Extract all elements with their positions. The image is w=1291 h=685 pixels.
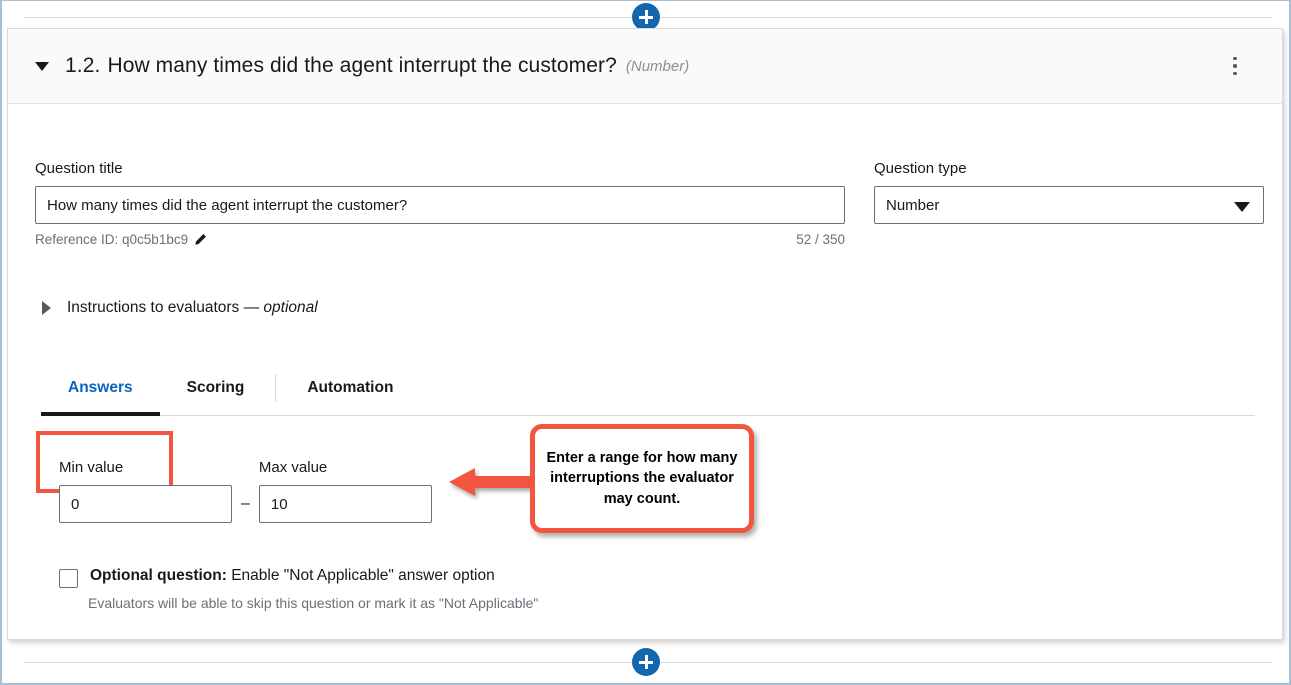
add-question-above-button[interactable]: [632, 3, 660, 31]
instructions-text: Instructions to evaluators —: [67, 299, 264, 316]
plus-icon-vertical: [644, 10, 648, 24]
question-title-meta: Reference ID: q0c5b1bc9 52 / 350: [35, 232, 845, 247]
optional-question-strong: Optional question:: [90, 567, 227, 584]
question-title-label: Question title: [35, 160, 123, 177]
question-body: Question title Reference ID: q0c5b1bc9 5…: [8, 104, 1282, 639]
tab-automation[interactable]: Automation: [280, 361, 420, 415]
app-viewport: 1.2. How many times did the agent interr…: [0, 0, 1291, 685]
optional-question-description: Evaluators will be able to skip this que…: [88, 595, 539, 611]
optional-question-label: Optional question: Enable "Not Applicabl…: [90, 567, 495, 585]
question-options-menu-button[interactable]: [1224, 53, 1246, 79]
tab-scoring[interactable]: Scoring: [160, 361, 272, 415]
question-title-input[interactable]: [35, 186, 845, 224]
kebab-dot: [1233, 56, 1237, 61]
question-type-label: Question type: [874, 160, 967, 177]
max-value-label: Max value: [258, 459, 328, 476]
question-type-value: Number: [886, 196, 940, 214]
range-separator: –: [241, 495, 250, 512]
max-value-input[interactable]: [258, 485, 432, 523]
annotation-callout: Enter a range for how many interruptions…: [530, 424, 754, 533]
kebab-dot: [1233, 71, 1237, 76]
instructions-optional: optional: [263, 299, 318, 316]
pencil-icon[interactable]: [194, 233, 207, 246]
question-type-select[interactable]: Number: [874, 186, 1264, 224]
answers-tablist: Answers Scoring Automation: [41, 361, 1255, 416]
instructions-label: Instructions to evaluators — optional: [67, 299, 318, 317]
add-question-below-button[interactable]: [632, 648, 660, 676]
question-card: 1.2. How many times did the agent interr…: [7, 28, 1283, 640]
optional-question-row: Optional question: Enable "Not Applicabl…: [59, 567, 538, 588]
question-header: 1.2. How many times did the agent interr…: [8, 29, 1282, 104]
caret-down-icon[interactable]: [35, 61, 49, 71]
reference-id-text: Reference ID: q0c5b1bc9: [35, 232, 189, 247]
kebab-dot: [1233, 64, 1237, 68]
instructions-disclosure[interactable]: Instructions to evaluators — optional: [42, 299, 318, 317]
tab-answers[interactable]: Answers: [41, 361, 160, 416]
fields-row: Question title Reference ID: q0c5b1bc9 5…: [35, 160, 1264, 247]
max-value-group: Max value: [258, 459, 432, 523]
range-fields: Min value – Max value: [59, 459, 432, 523]
annotation-text: Enter a range for how many interruptions…: [546, 449, 738, 507]
optional-question-rest: Enable "Not Applicable" answer option: [226, 567, 495, 584]
question-header-title: How many times did the agent interrupt t…: [107, 54, 617, 77]
question-title-group: Question title Reference ID: q0c5b1bc9 5…: [35, 160, 845, 247]
question-type-select-wrapper: Number: [874, 186, 1264, 224]
optional-question-block: Optional question: Enable "Not Applicabl…: [59, 567, 538, 611]
caret-right-icon: [42, 301, 51, 315]
question-type-group: Question type Number: [874, 160, 1264, 224]
question-type-hint: (Number): [625, 57, 690, 75]
character-counter: 52 / 350: [796, 232, 845, 247]
plus-icon-vertical: [644, 655, 648, 669]
optional-question-checkbox[interactable]: [59, 569, 78, 588]
min-value-group: Min value: [59, 459, 232, 523]
reference-id: Reference ID: q0c5b1bc9: [35, 232, 207, 247]
min-value-input[interactable]: [59, 485, 232, 523]
left-arrow-icon: [449, 464, 533, 500]
question-number: 1.2.: [65, 54, 101, 77]
min-value-label: Min value: [59, 459, 124, 476]
tab-divider: [275, 374, 277, 402]
